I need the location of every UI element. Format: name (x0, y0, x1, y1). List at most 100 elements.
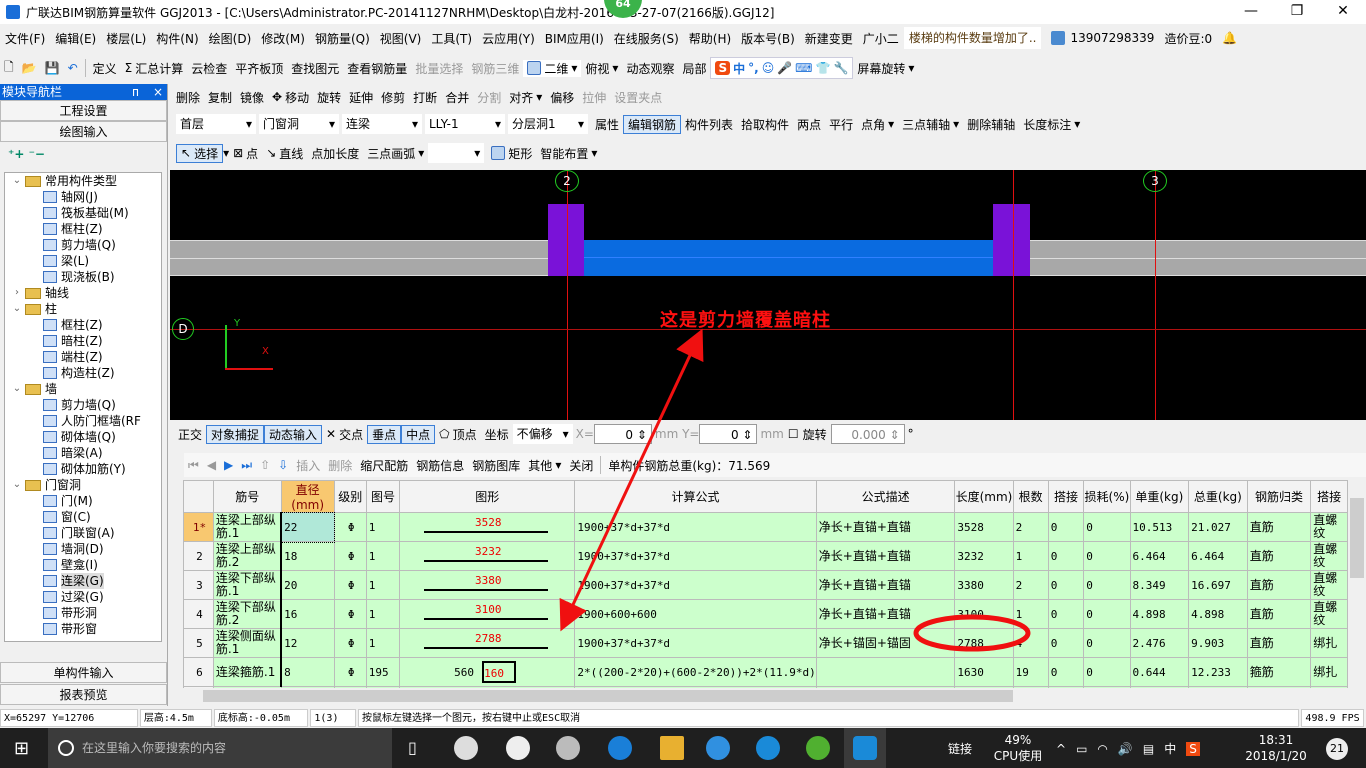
rebar-info-button[interactable]: 钢筋信息 (412, 457, 468, 474)
table-cell[interactable]: 3528 (399, 512, 576, 542)
table-cell[interactable]: 12.233 (1188, 657, 1248, 687)
rebar-3d-button[interactable]: 钢筋三维 (467, 60, 523, 77)
menu-new-change[interactable]: 新建变更 (800, 30, 858, 47)
tree-item[interactable]: 墙洞(D) (5, 541, 161, 557)
table-cell[interactable]: 0 (1083, 570, 1131, 600)
table-cell[interactable]: 1900+600+600 (574, 599, 817, 629)
app-g-icon[interactable] (556, 736, 580, 760)
table-cell[interactable]: 直螺纹 (1310, 570, 1348, 600)
table-cell[interactable]: 16 (280, 599, 335, 629)
last-record-button[interactable]: ⏭ (237, 458, 256, 473)
summary-calc-button[interactable]: Σ 汇总计算 (121, 60, 188, 77)
table-cell[interactable]: 4.898 (1188, 599, 1248, 629)
extend-button[interactable]: 延伸 (345, 89, 377, 106)
table-cell[interactable]: 净长+直锚+直锚 (815, 599, 956, 629)
properties-button[interactable]: 属性 (591, 116, 623, 133)
table-cell[interactable]: 连梁下部纵筋.1 (212, 570, 283, 600)
table-cell[interactable]: 10.513 (1129, 512, 1190, 542)
table-cell[interactable]: 直筋 (1246, 512, 1312, 542)
menu-file[interactable]: 文件(F) (0, 30, 50, 47)
point-angle-dropdown[interactable]: 点角 ▾ (857, 116, 898, 133)
split-button[interactable]: 分割 (473, 89, 505, 106)
intersection-snap[interactable]: ✕ 交点 (322, 426, 367, 443)
table-cell[interactable]: 1 (365, 628, 401, 658)
menu-floor[interactable]: 楼层(L) (101, 30, 151, 47)
new-file-icon[interactable]: 🗋 (0, 58, 18, 79)
column-header[interactable]: 计算公式 (574, 480, 817, 513)
table-row[interactable]: 1* 连梁上部纵筋.1 22 Φ 1 3528 1900+37*d+37*d 净长+直锚+直锚… (183, 511, 1348, 543)
rebar-library-button[interactable]: 钢筋图库 (468, 457, 524, 474)
y-input[interactable]: 0 ⇕ (699, 424, 758, 444)
type-select[interactable]: 连梁 ▾ (342, 114, 422, 134)
table-cell[interactable]: 直筋 (1246, 628, 1312, 658)
ortho-button[interactable]: 正交 (174, 426, 206, 443)
other-dropdown[interactable]: 其他 ▾ (524, 457, 565, 474)
tree-item[interactable]: 剪力墙(Q) (5, 397, 161, 413)
table-cell[interactable]: 直螺纹 (1310, 541, 1348, 571)
table-cell[interactable]: 净长+直锚+直锚 (815, 512, 956, 542)
table-cell[interactable]: 195 (365, 657, 401, 687)
tree-item[interactable]: 框柱(Z) (5, 221, 161, 237)
layer-select[interactable]: 分层洞1 ▾ (508, 114, 588, 134)
tree-item[interactable]: 窗(C) (5, 509, 161, 525)
tree-item[interactable]: ⌄ 常用构件类型 (5, 173, 161, 189)
table-cell[interactable]: 直螺纹 (1310, 599, 1348, 629)
tree-item[interactable]: 壁龛(I) (5, 557, 161, 573)
dynamic-view-button[interactable]: 动态观察 (622, 60, 678, 77)
table-cell[interactable]: 3528 (954, 512, 1014, 542)
rotate-button[interactable]: 旋转 (313, 89, 345, 106)
table-cell[interactable]: 19 (1012, 657, 1049, 687)
file-explorer-icon[interactable] (660, 736, 684, 760)
table-cell[interactable]: 1 (1012, 541, 1049, 571)
table-cell[interactable]: 直螺纹 (1310, 512, 1348, 542)
table-cell[interactable]: 6 (183, 657, 214, 687)
table-cell[interactable]: 1900+37*d+37*d (574, 628, 817, 658)
ime-toolbar[interactable]: S 中 °, ☺ 🎤 ⌨ 👕 🔧 (710, 57, 854, 79)
table-cell[interactable]: 1900+37*d+37*d (574, 541, 817, 571)
report-preview-button[interactable]: 报表预览 (0, 684, 167, 705)
arc-option-select[interactable]: ▾ (428, 143, 485, 163)
task-view-icon[interactable]: ▯ (408, 738, 417, 757)
dynamic-input-button[interactable]: 动态输入 (264, 424, 323, 444)
table-cell[interactable]: 绑扎 (1310, 628, 1348, 658)
table-cell[interactable]: 6.464 (1188, 541, 1248, 571)
table-cell[interactable]: 3380 (954, 570, 1014, 600)
menu-tools[interactable]: 工具(T) (426, 30, 477, 47)
table-cell[interactable]: 0 (1047, 599, 1085, 629)
user-account[interactable]: 13907298339 (1065, 31, 1159, 45)
table-cell[interactable]: 560 160 (399, 657, 576, 687)
notice-banner[interactable]: 楼梯的构件数量增加了.. (903, 27, 1042, 49)
single-component-input-button[interactable]: 单构件输入 (0, 662, 167, 683)
start-windows-icon[interactable]: ⊞ (14, 738, 29, 759)
table-cell[interactable]: 3380 (399, 570, 576, 600)
table-cell[interactable]: 5 (183, 628, 214, 658)
table-cell[interactable]: 2788 (399, 628, 576, 658)
menu-view[interactable]: 视图(V) (375, 30, 427, 47)
glodon-g-icon[interactable] (756, 736, 780, 760)
component-list-button[interactable]: 构件列表 (681, 116, 737, 133)
tree-item[interactable]: 过梁(G) (5, 589, 161, 605)
bell-icon[interactable]: 🔔 (1217, 31, 1242, 45)
local-view-button[interactable]: 局部 (678, 60, 710, 77)
table-cell[interactable]: 0 (1047, 541, 1085, 571)
parallel-axis-button[interactable]: 平行 (825, 116, 857, 133)
rectangle-button[interactable]: 矩形 (487, 145, 536, 162)
table-cell[interactable]: 连梁上部纵筋.1 (212, 512, 283, 542)
edit-rebar-button[interactable]: 编辑钢筋 (623, 114, 682, 134)
table-cell[interactable]: 3100 (954, 599, 1014, 629)
column-header[interactable]: 长度(mm) (954, 480, 1014, 513)
table-cell[interactable]: 直筋 (1246, 541, 1312, 571)
mirror-button[interactable]: 镜像 (236, 89, 268, 106)
view-rebar-button[interactable]: 查看钢筋量 (343, 60, 411, 77)
table-cell[interactable]: 净长+直锚+直锚 (815, 570, 956, 600)
tree-item[interactable]: 筏板基础(M) (5, 205, 161, 221)
tree-item[interactable]: 门(M) (5, 493, 161, 509)
menu-rebar[interactable]: 钢筋量(Q) (310, 30, 375, 47)
table-cell[interactable]: 9.903 (1188, 628, 1248, 658)
table-cell[interactable]: 0 (1047, 570, 1085, 600)
column-header[interactable]: 级别 (333, 480, 367, 513)
tree-item[interactable]: 带形洞 (5, 605, 161, 621)
menu-component[interactable]: 构件(N) (151, 30, 203, 47)
table-cell[interactable]: 2 (1012, 570, 1049, 600)
three-point-axis-dropdown[interactable]: 三点辅轴 ▾ (898, 116, 963, 133)
